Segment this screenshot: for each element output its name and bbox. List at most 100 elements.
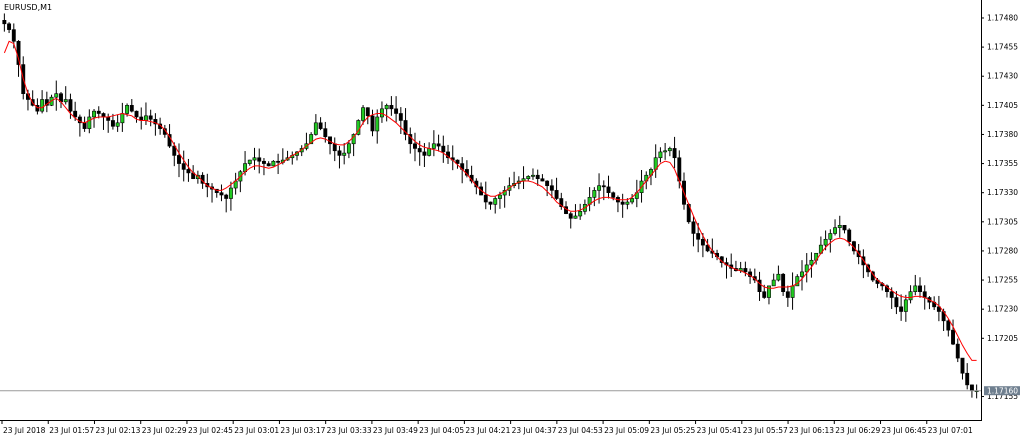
- x-tick-label: 23 Jul 04:37: [512, 426, 557, 435]
- bull-candle: [346, 143, 351, 154]
- bull-candle: [913, 285, 918, 292]
- x-tick-label: 23 Jul 2018: [3, 426, 46, 435]
- bear-candle: [219, 192, 224, 196]
- bull-candle: [573, 215, 578, 219]
- price-axis[interactable]: 1.17480 1.17455 1.17430 1.17405 1.17380 1.173…: [981, 13, 1018, 401]
- x-tick-label: 23 Jul 06:45: [882, 426, 927, 435]
- bull-candle: [342, 152, 347, 156]
- bull-candle: [493, 198, 498, 205]
- bear-candle: [568, 213, 573, 219]
- bull-candle: [247, 159, 252, 164]
- bear-candle: [261, 160, 266, 164]
- bear-candle: [422, 151, 427, 156]
- bear-candle: [700, 238, 705, 246]
- bear-candle: [101, 113, 106, 118]
- x-tick-label: 23 Jul 04:05: [419, 426, 464, 435]
- bear-candle: [110, 120, 115, 127]
- bear-candle: [328, 136, 332, 145]
- bear-candle: [606, 186, 611, 193]
- chart-window[interactable]: 1.17480 1.17455 1.17430 1.17405 1.17380 1.173…: [0, 0, 1024, 439]
- bull-candle: [790, 285, 795, 298]
- bull-candle: [625, 201, 630, 205]
- x-tick-label: 23 Jul 05:25: [650, 426, 695, 435]
- y-tick-label: 1.17305: [987, 217, 1018, 226]
- bear-candle: [955, 343, 960, 359]
- bear-candle: [918, 285, 922, 292]
- y-tick-label: 1.17355: [987, 159, 1018, 168]
- bear-candle: [16, 40, 21, 65]
- x-tick-label: 23 Jul 03:01: [234, 426, 279, 435]
- bull-candle: [427, 148, 432, 156]
- bear-candle: [332, 143, 337, 152]
- y-tick-label: 1.17280: [987, 246, 1018, 255]
- y-tick-label: 1.17255: [987, 276, 1018, 285]
- bull-candle: [384, 105, 389, 110]
- bull-candle: [120, 113, 125, 124]
- bear-candle: [922, 291, 927, 298]
- bear-candle: [672, 148, 677, 159]
- bear-candle: [398, 113, 403, 121]
- y-tick-label: 1.17480: [987, 13, 1018, 22]
- bear-candle: [2, 20, 7, 25]
- bear-candle: [611, 192, 616, 198]
- current-price-badge: 1.17160: [984, 386, 1020, 396]
- bear-candle: [134, 110, 139, 118]
- x-tick-label: 23 Jul 03:49: [373, 426, 418, 435]
- bull-candle: [597, 185, 602, 191]
- bull-candle: [531, 174, 535, 177]
- x-tick-label: 23 Jul 02:29: [142, 426, 187, 435]
- x-tick-label: 23 Jul 04:53: [558, 426, 603, 435]
- bull-candle: [379, 108, 384, 118]
- bear-candle: [847, 229, 852, 242]
- bull-candle: [87, 116, 92, 129]
- x-tick-label: 23 Jul 05:09: [604, 426, 649, 435]
- chart-plot-area[interactable]: [0, 0, 981, 420]
- bull-candle: [144, 115, 148, 121]
- bull-candle: [271, 160, 276, 167]
- bear-candle: [323, 128, 328, 138]
- x-tick-label: 23 Jul 07:01: [928, 426, 973, 435]
- bear-candle: [535, 174, 540, 180]
- x-tick-label: 23 Jul 04:21: [465, 426, 510, 435]
- bear-candle: [68, 99, 73, 112]
- x-tick-label: 23 Jul 06:29: [835, 426, 880, 435]
- bull-candle: [361, 107, 366, 121]
- x-tick-label: 23 Jul 01:57: [49, 426, 94, 435]
- bear-candle: [436, 143, 441, 147]
- bear-candle: [96, 110, 101, 114]
- bull-candle: [833, 227, 837, 234]
- price-chart[interactable]: 1.17480 1.17455 1.17430 1.17405 1.17380 1.173…: [0, 0, 1024, 439]
- bear-candle: [337, 150, 342, 156]
- y-tick-label: 1.17205: [987, 334, 1018, 343]
- x-tick-label: 23 Jul 03:33: [327, 426, 372, 435]
- bear-candle: [186, 169, 191, 174]
- bull-candle: [431, 143, 436, 149]
- bear-candle: [389, 105, 394, 110]
- bull-candle: [908, 291, 913, 301]
- bull-candle: [828, 233, 833, 240]
- y-tick-label: 1.17430: [987, 72, 1018, 81]
- bear-candle: [549, 185, 554, 191]
- bull-candle: [837, 225, 842, 228]
- bear-candle: [946, 320, 951, 331]
- bear-candle: [488, 201, 493, 205]
- y-tick-label: 1.17405: [987, 101, 1018, 110]
- bear-candle: [370, 115, 375, 132]
- bear-candle: [889, 291, 894, 298]
- time-axis[interactable]: 23 Jul 2018 23 Jul 01:57 23 Jul 02:13 23 Ju…: [1, 420, 973, 435]
- bear-candle: [743, 268, 748, 273]
- bear-candle: [129, 105, 134, 112]
- bull-candle: [667, 148, 672, 152]
- bear-candle: [224, 194, 229, 199]
- bear-candle: [441, 145, 446, 153]
- bear-candle: [257, 157, 262, 162]
- bear-candle: [554, 190, 559, 199]
- bear-candle: [842, 225, 847, 231]
- bull-candle: [125, 105, 130, 114]
- x-tick-label: 23 Jul 06:13: [789, 426, 834, 435]
- bear-candle: [148, 115, 153, 120]
- bear-candle: [177, 155, 181, 164]
- x-tick-label: 23 Jul 02:13: [95, 426, 140, 435]
- bear-candle: [965, 372, 970, 386]
- y-tick-label: 1.17330: [987, 188, 1018, 197]
